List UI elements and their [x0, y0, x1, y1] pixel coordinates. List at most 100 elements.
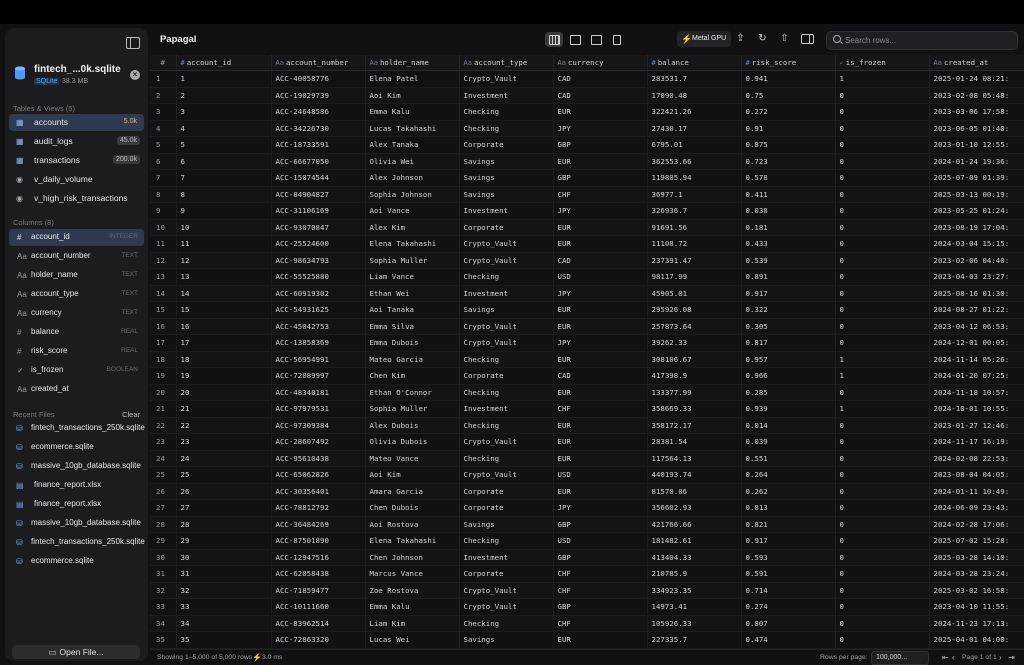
table-cell[interactable]: Chen Kim	[365, 367, 460, 385]
table-cell[interactable]: 0.591	[741, 565, 836, 583]
table-cell[interactable]: Checking	[459, 417, 554, 434]
table-cell[interactable]: 2024-01-24 19:36:	[929, 153, 1024, 170]
table-row[interactable]: 15 15 ACC-54931625 Aoi Tanaka Savings EUR 2959…	[150, 301, 1024, 319]
table-cell[interactable]: ACC-48340181	[271, 384, 366, 401]
table-cell[interactable]: 1	[835, 70, 930, 88]
table-cell[interactable]: 28	[176, 516, 272, 533]
table-row[interactable]: 13 13 ACC-55525880 Liam Vance Checking USD 981…	[150, 268, 1024, 286]
table-cell[interactable]: ACC-56954991	[271, 351, 366, 368]
table-cell[interactable]: 322421.26	[647, 103, 742, 121]
table-cell[interactable]: 0	[835, 252, 930, 269]
sidebar-item-transactions[interactable]: ▦ transactions 200.0k	[9, 152, 144, 169]
table-cell[interactable]: 0.551	[741, 450, 836, 467]
table-cell[interactable]: 2024-03-04 15:15:	[929, 235, 1024, 253]
table-cell[interactable]: 0	[835, 219, 930, 236]
table-cell[interactable]: 0.038	[741, 202, 836, 220]
table-cell[interactable]: Chen Johnson	[365, 549, 460, 566]
table-cell[interactable]: 10	[176, 219, 272, 236]
table-cell[interactable]: 2025-04-01 04:00:	[929, 631, 1024, 649]
document-view-button[interactable]	[608, 32, 626, 47]
table-cell[interactable]: 6795.01	[647, 136, 742, 154]
table-cell[interactable]: 0	[835, 582, 930, 599]
table-cell[interactable]: Olivia Dubois	[365, 433, 460, 451]
table-cell[interactable]: Liam Vance	[365, 268, 460, 286]
table-cell[interactable]: ACC-15074544	[271, 169, 366, 187]
table-cell[interactable]: 2025-08-16 01:30:	[929, 285, 1024, 302]
table-cell[interactable]: 0.181	[741, 219, 836, 236]
table-cell[interactable]: Crypto_Vault	[459, 70, 554, 88]
table-cell[interactable]: ACC-54931625	[271, 301, 366, 319]
table-cell[interactable]: 0	[835, 186, 930, 203]
table-cell[interactable]: Investment	[459, 285, 554, 302]
table-cell[interactable]: 1	[176, 70, 272, 88]
table-row[interactable]: 19 19 ACC-72089997 Chen Kim Corporate CAD 4173…	[150, 367, 1024, 385]
table-cell[interactable]: Emma Silva	[365, 318, 460, 335]
table-cell[interactable]: Checking	[459, 120, 554, 137]
table-cell[interactable]: 0	[835, 549, 930, 566]
table-cell[interactable]: GBP	[553, 136, 648, 154]
table-cell[interactable]: 33	[176, 598, 272, 616]
table-cell[interactable]: CAD	[553, 70, 648, 88]
table-cell[interactable]: ACC-12947516	[271, 549, 366, 566]
table-cell[interactable]: 0.593	[741, 549, 836, 566]
table-cell[interactable]: 2024-11-14 05:26:	[929, 351, 1024, 368]
table-cell[interactable]: Mateo Vance	[365, 450, 460, 467]
table-cell[interactable]: 0	[835, 285, 930, 302]
table-cell[interactable]: EUR	[553, 384, 648, 401]
table-cell[interactable]: 16	[176, 318, 272, 335]
recent-file-item[interactable]: ⛁ fintech_transactions_250k.sqlite	[9, 534, 145, 551]
table-cell[interactable]: ACC-62058438	[271, 565, 366, 583]
table-cell[interactable]: 0	[835, 334, 930, 352]
table-cell[interactable]: 2024-11-18 10:57:	[929, 384, 1024, 401]
table-cell[interactable]: Crypto_Vault	[459, 466, 554, 484]
table-cell[interactable]: 0.014	[741, 417, 836, 434]
table-cell[interactable]: 0.285	[741, 384, 836, 401]
table-cell[interactable]: 210785.9	[647, 565, 742, 583]
table-cell[interactable]: 0.322	[741, 301, 836, 319]
table-cell[interactable]: Investment	[459, 400, 554, 418]
table-cell[interactable]: 326936.7	[647, 202, 742, 220]
table-row[interactable]: 3 3 ACC-24648586 Emma Kalu Checking EUR 322421…	[150, 103, 1024, 121]
table-cell[interactable]: 0.891	[741, 268, 836, 286]
table-cell[interactable]: 1	[835, 400, 930, 418]
table-cell[interactable]: 81570.06	[647, 483, 742, 500]
table-cell[interactable]: 2024-01-20 07:25:	[929, 367, 1024, 385]
table-cell[interactable]: Zoe Rostova	[365, 582, 460, 599]
table-cell[interactable]: ACC-66677050	[271, 153, 366, 170]
table-cell[interactable]: Elena Takahashi	[365, 235, 460, 253]
table-cell[interactable]: JPY	[553, 202, 648, 220]
table-row[interactable]: 12 12 ACC-98634793 Sophia Muller Crypto_Vaul…	[150, 252, 1024, 269]
table-cell[interactable]: 0.714	[741, 582, 836, 599]
table-cell[interactable]: 0.966	[741, 367, 836, 385]
table-cell[interactable]: EUR	[553, 433, 648, 451]
table-row[interactable]: 35 35 ACC-72863320 Lucas Wei Savings EUR 22733…	[150, 631, 1024, 649]
table-cell[interactable]: 295926.08	[647, 301, 742, 319]
table-cell[interactable]: 2023-01-10 12:55:	[929, 136, 1024, 154]
table-row[interactable]: 34 34 ACC-83962514 Liam Kim Checking CHF 10592…	[150, 615, 1024, 632]
table-cell[interactable]: EUR	[553, 417, 648, 434]
table-cell[interactable]: Mateo Garcia	[365, 351, 460, 368]
table-cell[interactable]: Crypto_Vault	[459, 433, 554, 451]
table-cell[interactable]: 91691.56	[647, 219, 742, 236]
sidebar-item-audit-logs[interactable]: ▦ audit_logs 45.0k	[9, 133, 144, 150]
table-row[interactable]: 31 31 ACC-62058438 Marcus Vance Corporate CHF…	[150, 565, 1024, 583]
table-cell[interactable]: 17090.48	[647, 87, 742, 104]
table-cell[interactable]: 28381.54	[647, 433, 742, 451]
search-input[interactable]	[845, 32, 1010, 49]
table-cell[interactable]: 0.411	[741, 186, 836, 203]
table-row[interactable]: 5 5 ACC-18733591 Alex Tanaka Corporate GBP 679…	[150, 136, 1024, 154]
table-cell[interactable]: 0	[835, 433, 930, 451]
last-page-icon[interactable]: ⇥	[1008, 653, 1015, 662]
table-cell[interactable]: 29	[176, 532, 272, 550]
table-cell[interactable]: 36977.1	[647, 186, 742, 203]
table-cell[interactable]: 117564.13	[647, 450, 742, 467]
table-cell[interactable]: 0.264	[741, 466, 836, 484]
table-cell[interactable]: 358172.17	[647, 417, 742, 434]
close-database-icon[interactable]: ×	[130, 70, 140, 80]
table-row[interactable]: 28 28 ACC-36484269 Aoi Rostova Savings GBP 421…	[150, 516, 1024, 533]
table-cell[interactable]: 0	[835, 103, 930, 121]
column-item-account-id[interactable]: # account_id INTEGER	[9, 229, 144, 246]
table-cell[interactable]: 356602.93	[647, 499, 742, 517]
table-row[interactable]: 30 30 ACC-12947516 Chen Johnson Investment GB…	[150, 549, 1024, 566]
sidebar-toggle-icon[interactable]	[126, 37, 140, 49]
